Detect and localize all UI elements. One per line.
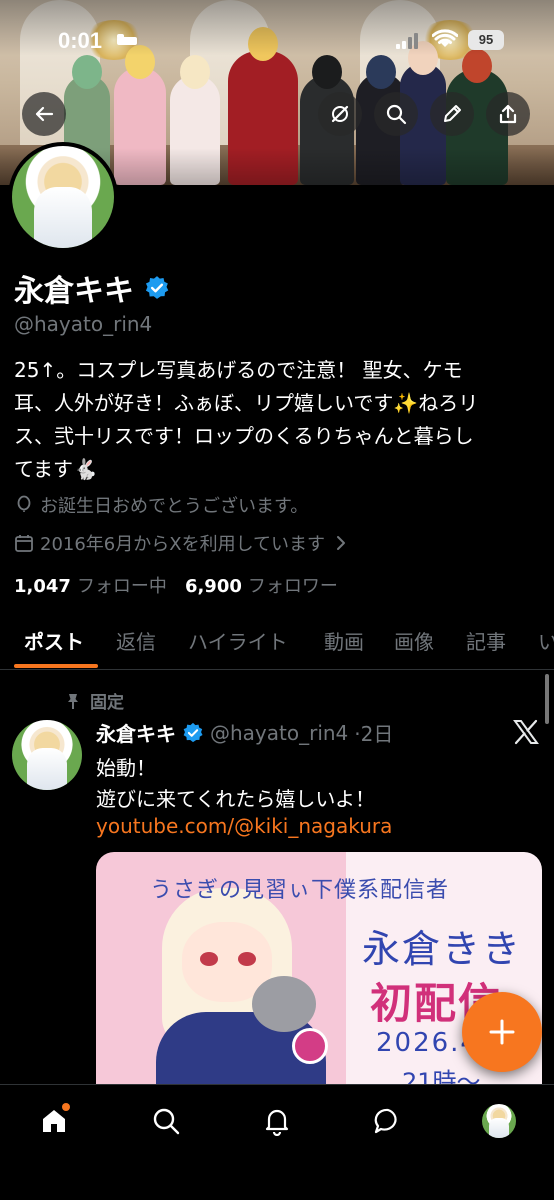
nav-search[interactable] bbox=[148, 1103, 184, 1139]
active-tab-indicator bbox=[14, 664, 98, 668]
joined-row[interactable]: 2016年6月からXを利用しています bbox=[14, 530, 351, 556]
nav-avatar bbox=[482, 1104, 516, 1138]
bio-line: ス、弐十リスです！ロップのくるりちゃんと暮らし bbox=[14, 424, 474, 448]
post-time: ·2日 bbox=[354, 722, 394, 746]
bell-icon bbox=[265, 1109, 289, 1136]
share-button[interactable] bbox=[486, 92, 530, 136]
bottom-navigation bbox=[0, 1084, 554, 1200]
birthday-text: お誕生日おめでとうございます。 bbox=[40, 496, 309, 517]
calendar-icon bbox=[15, 535, 33, 552]
search-button[interactable] bbox=[374, 92, 418, 136]
sleep-focus-icon bbox=[117, 34, 137, 45]
bio-line: てます🐇 bbox=[14, 457, 98, 481]
post-author-name[interactable]: 永倉キキ bbox=[96, 718, 176, 747]
post-text-line: 遊びに来てくれたら嬉しいよ！ bbox=[96, 787, 375, 811]
status-time: 0:01 bbox=[58, 28, 103, 53]
media-caption-time: 21時～ bbox=[402, 1068, 481, 1084]
nav-home[interactable] bbox=[36, 1103, 72, 1139]
profile-bio: 25↑。コスプレ写真あげるので注意！ 聖女、ケモ 耳、人外が好き！ふぁぼ、リプ嬉… bbox=[14, 354, 534, 486]
verified-badge-icon bbox=[183, 722, 203, 742]
profile-avatar[interactable] bbox=[8, 142, 118, 252]
bio-line: 25↑。コスプレ写真あげるので注意！ 聖女、ケモ bbox=[14, 358, 463, 382]
balloon-icon bbox=[17, 495, 31, 512]
tab-replies[interactable]: 返信 bbox=[116, 626, 156, 655]
compose-button[interactable] bbox=[462, 992, 542, 1072]
tab-videos[interactable]: 動画 bbox=[324, 626, 364, 655]
notification-dot bbox=[62, 1103, 70, 1111]
birthday-row: お誕生日おめでとうございます。 bbox=[14, 492, 308, 518]
followers-link[interactable]: 6,900 フォロワー bbox=[185, 572, 338, 598]
followers-count: 6,900 bbox=[184, 576, 242, 597]
profile-tabs: ポスト 返信 ハイライト 動画 画像 記事 い bbox=[0, 612, 554, 670]
search-icon bbox=[153, 1108, 180, 1135]
back-arrow-icon bbox=[35, 106, 54, 122]
post-author-avatar[interactable] bbox=[12, 720, 82, 790]
profile-name-row: 永倉キキ bbox=[14, 266, 170, 310]
profile-name: 永倉キキ bbox=[14, 274, 134, 309]
x-logo-icon[interactable] bbox=[512, 718, 540, 746]
nav-messages[interactable] bbox=[370, 1103, 406, 1139]
pencil-icon bbox=[444, 105, 461, 122]
profile-handle: @hayato_rin4 bbox=[14, 312, 153, 336]
scrollbar[interactable] bbox=[545, 674, 549, 724]
back-button[interactable] bbox=[22, 92, 66, 136]
nav-notifications[interactable] bbox=[259, 1103, 295, 1139]
tab-posts[interactable]: ポスト bbox=[24, 626, 84, 655]
tab-highlights[interactable]: ハイライト bbox=[188, 626, 288, 655]
joined-text: 2016年6月からXを利用しています bbox=[40, 534, 326, 555]
post-text-line: 始動！ bbox=[96, 756, 156, 780]
share-icon bbox=[499, 104, 517, 124]
pinned-label: 固定 bbox=[64, 688, 124, 713]
followers-label: フォロワー bbox=[247, 576, 338, 597]
battery-indicator: 95 bbox=[468, 30, 504, 50]
wifi-icon bbox=[432, 29, 458, 47]
grok-button[interactable] bbox=[318, 92, 362, 136]
chevron-right-icon bbox=[337, 536, 346, 550]
grok-icon bbox=[331, 105, 349, 123]
post-header: 永倉キキ @hayato_rin4·2日 bbox=[96, 718, 393, 747]
pinned-text: 固定 bbox=[90, 693, 124, 713]
edit-button[interactable] bbox=[430, 92, 474, 136]
follow-stats: 1,047 フォロー中 6,900 フォロワー bbox=[14, 572, 338, 598]
bio-line: 耳、人外が好き！ふぁぼ、リプ嬉しいです✨ねろリ bbox=[14, 391, 479, 415]
following-label: フォロー中 bbox=[76, 576, 167, 597]
following-link[interactable]: 1,047 フォロー中 bbox=[14, 572, 167, 598]
media-caption-name: 永倉きき bbox=[362, 927, 523, 971]
tab-articles[interactable]: 記事 bbox=[466, 626, 506, 655]
search-icon bbox=[386, 104, 407, 125]
following-count: 1,047 bbox=[14, 576, 71, 597]
pin-icon bbox=[68, 693, 78, 709]
verified-badge-icon[interactable] bbox=[144, 275, 170, 301]
status-bar: 0:01 95 bbox=[0, 0, 554, 60]
nav-profile[interactable] bbox=[481, 1103, 517, 1139]
post-author-handle: @hayato_rin4 bbox=[210, 720, 349, 745]
cellular-signal-icon bbox=[396, 33, 418, 49]
chat-bubble-icon bbox=[374, 1108, 397, 1134]
tab-images[interactable]: 画像 bbox=[394, 626, 434, 655]
tab-overflow[interactable]: い bbox=[538, 626, 554, 655]
plus-icon bbox=[489, 1019, 515, 1045]
post-link[interactable]: youtube.com/@kiki_nagakura bbox=[96, 814, 392, 838]
avatar-image bbox=[12, 146, 114, 248]
